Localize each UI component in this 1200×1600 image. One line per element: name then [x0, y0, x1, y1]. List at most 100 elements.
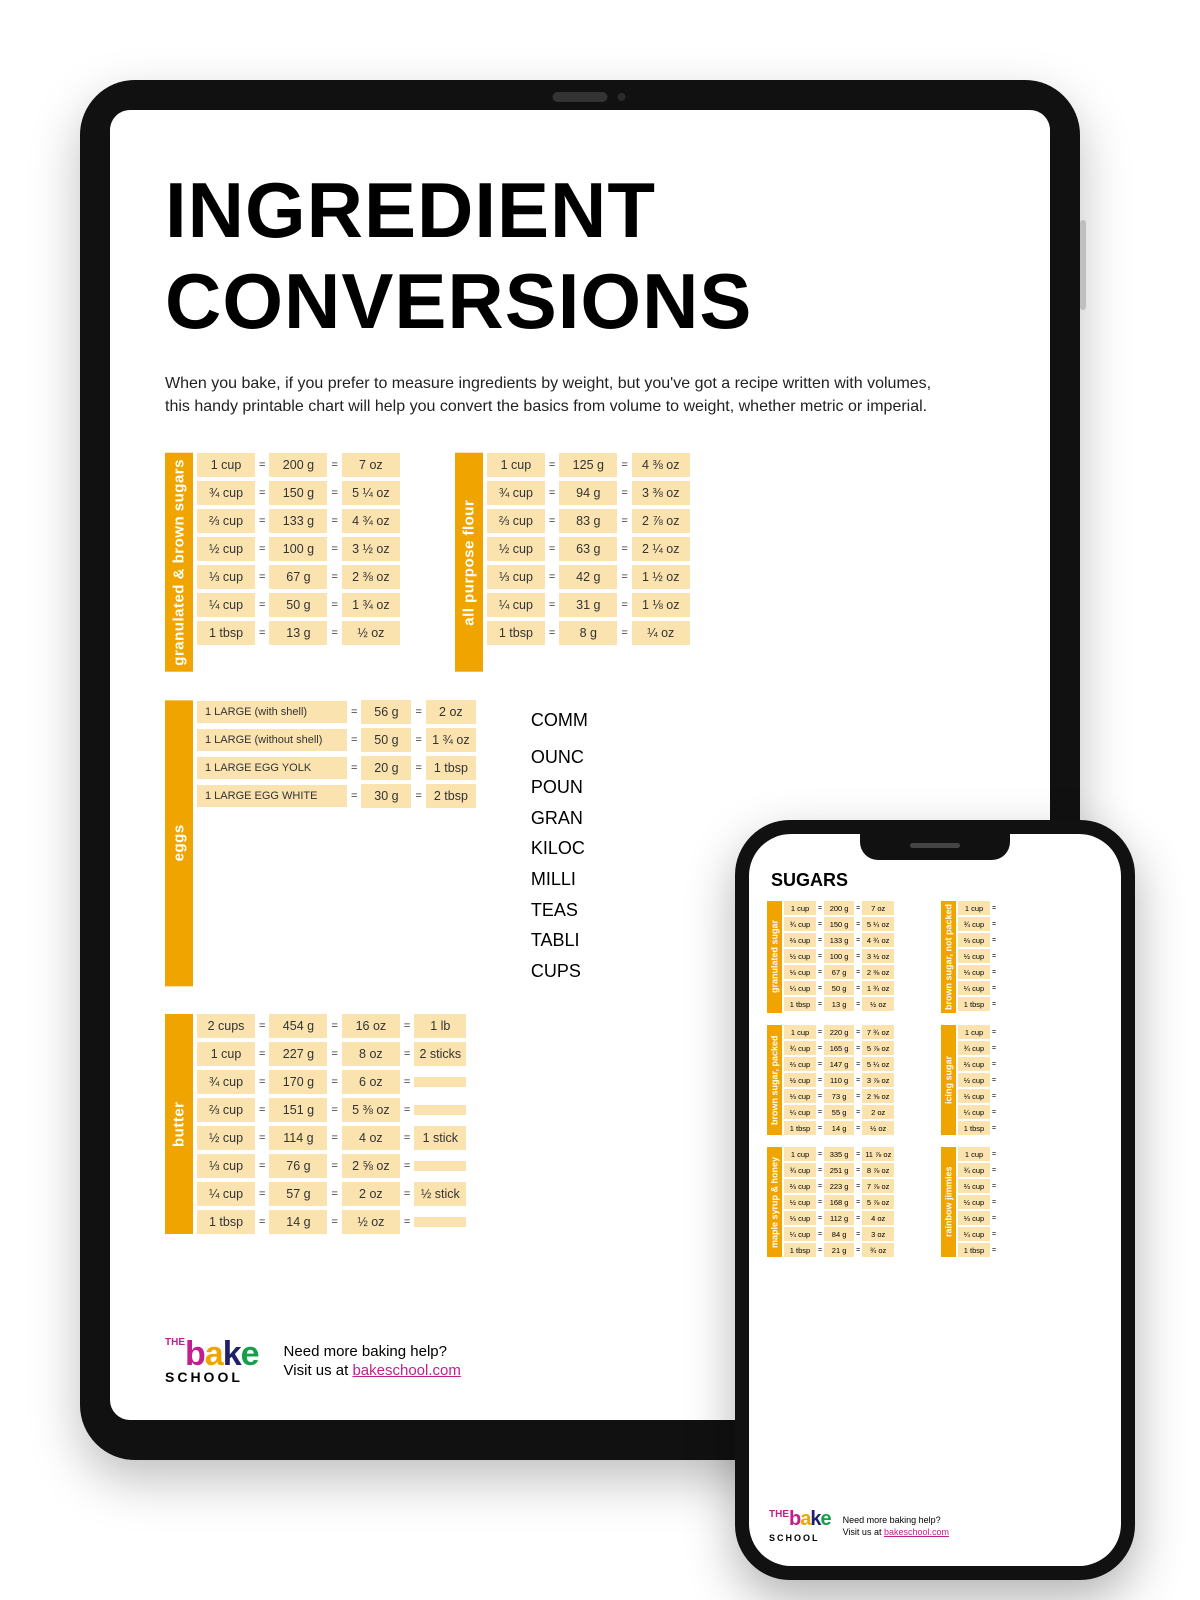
- cell-vol: ⅔ cup: [197, 509, 255, 533]
- cell-g: 112 g: [824, 1211, 854, 1225]
- equals-sign: =: [818, 985, 822, 992]
- table-row: ½ cup=: [958, 1195, 996, 1209]
- equals-sign: =: [992, 1125, 996, 1132]
- cell-oz: 1 ¾ oz: [342, 593, 400, 617]
- equals-sign: =: [856, 1183, 860, 1190]
- equals-sign: =: [259, 1048, 265, 1060]
- tablet-side-button: [1080, 220, 1086, 310]
- equals-sign: =: [992, 937, 996, 944]
- phone-block: granulated sugar1 cup=200 g=7 oz¾ cup=15…: [767, 901, 929, 1013]
- equals-sign: =: [992, 1109, 996, 1116]
- phone-notch: [860, 834, 1010, 860]
- equals-sign: =: [415, 706, 421, 718]
- equals-sign: =: [331, 1048, 337, 1060]
- phone-help-line2-pre: Visit us at: [843, 1527, 884, 1537]
- table-row: ¾ cup=170 g=6 oz=: [197, 1070, 466, 1094]
- equals-sign: =: [818, 1093, 822, 1100]
- cell-ex: [414, 1217, 466, 1227]
- help-line2-pre: Visit us at: [284, 1362, 353, 1379]
- cell-vol: ⅔ cup: [784, 933, 816, 947]
- equals-sign: =: [621, 599, 627, 611]
- cell-oz: 11 ⅞ oz: [862, 1147, 894, 1161]
- bakeschool-link[interactable]: bakeschool.com: [352, 1362, 460, 1379]
- cell-vol: ⅓ cup: [958, 1089, 990, 1103]
- common-item: MILLI: [531, 864, 588, 895]
- equals-sign: =: [992, 953, 996, 960]
- equals-sign: =: [856, 985, 860, 992]
- table-row: ¾ cup=: [958, 1041, 996, 1055]
- table-row: 1 LARGE (without shell)=50 g=1 ¾ oz: [197, 728, 476, 752]
- cell-vol: ½ cup: [784, 949, 816, 963]
- table-row: ⅔ cup=83 g=2 ⅞ oz: [487, 509, 690, 533]
- equals-sign: =: [259, 571, 265, 583]
- label-flour: all purpose flour: [455, 453, 483, 672]
- cell-vol: ¾ cup: [958, 1163, 990, 1177]
- table-row: ⅔ cup=223 g=7 ⅞ oz: [784, 1179, 894, 1193]
- cell-oz: 7 ⅞ oz: [862, 1179, 894, 1193]
- table-row: 1 cup=220 g=7 ¾ oz: [784, 1025, 894, 1039]
- equals-sign: =: [818, 1167, 822, 1174]
- cell-oz: ¾ oz: [862, 1243, 894, 1257]
- equals-sign: =: [404, 1048, 410, 1060]
- table-row: 1 cup=200 g=7 oz: [784, 901, 894, 915]
- table-row: 1 tbsp=: [958, 997, 996, 1011]
- block-sugars: granulated & brown sugars 1 cup=200 g=7 …: [165, 453, 400, 672]
- equals-sign: =: [549, 543, 555, 555]
- equals-sign: =: [856, 1093, 860, 1100]
- table-row: 2 cups=454 g=16 oz=1 lb: [197, 1014, 466, 1038]
- table-row: ¾ cup=: [958, 1163, 996, 1177]
- cell-g: 251 g: [824, 1163, 854, 1177]
- equals-sign: =: [415, 734, 421, 746]
- table-row: ¼ cup=84 g=3 oz: [784, 1227, 894, 1241]
- cell-g: 55 g: [824, 1105, 854, 1119]
- page-title: INGREDIENT CONVERSIONS: [165, 165, 995, 347]
- table-row: 1 LARGE (with shell)=56 g=2 oz: [197, 700, 476, 724]
- cell-oz: 7 ¾ oz: [862, 1025, 894, 1039]
- equals-sign: =: [351, 734, 357, 746]
- equals-sign: =: [856, 1231, 860, 1238]
- cell-oz: ¼ oz: [632, 621, 690, 645]
- equals-sign: =: [621, 627, 627, 639]
- equals-sign: =: [331, 1188, 337, 1200]
- cell-vol: ⅔ cup: [958, 933, 990, 947]
- cell-oz: ½ oz: [342, 1210, 400, 1234]
- cell-vol: ⅓ cup: [784, 1089, 816, 1103]
- cell-vol: ¼ cup: [784, 981, 816, 995]
- cell-g: 73 g: [824, 1089, 854, 1103]
- cell-g: 454 g: [269, 1014, 327, 1038]
- table-row: ¼ cup=57 g=2 oz=½ stick: [197, 1182, 466, 1206]
- phone-block-label: brown sugar, not packed: [941, 901, 956, 1013]
- table-row: ¼ cup=: [958, 1227, 996, 1241]
- equals-sign: =: [351, 762, 357, 774]
- table-row: ⅔ cup=147 g=5 ¼ oz: [784, 1057, 894, 1071]
- cell-oz: 2 oz: [342, 1182, 400, 1206]
- cell-vol: 1 cup: [958, 1147, 990, 1161]
- equals-sign: =: [404, 1020, 410, 1032]
- table-row: ¾ cup=150 g=5 ¼ oz: [197, 481, 400, 505]
- cell-vol: ¾ cup: [487, 481, 545, 505]
- table-row: 1 tbsp=8 g=¼ oz: [487, 621, 690, 645]
- equals-sign: =: [331, 571, 337, 583]
- cell-g: 63 g: [559, 537, 617, 561]
- cell-oz: 5 ¼ oz: [862, 917, 894, 931]
- equals-sign: =: [992, 1167, 996, 1174]
- phone-help-line1: Need more baking help?: [843, 1515, 941, 1525]
- cell-vol: ⅓ cup: [958, 965, 990, 979]
- cell-vol: ½ cup: [784, 1195, 816, 1209]
- cell-oz: 5 ¼ oz: [342, 481, 400, 505]
- cell-vol: ⅓ cup: [784, 1211, 816, 1225]
- table-row: ½ cup=: [958, 1073, 996, 1087]
- cell-vol: 2 cups: [197, 1014, 255, 1038]
- table-row: ½ cup=100 g=3 ½ oz: [784, 949, 894, 963]
- table-row: ¼ cup=31 g=1 ⅛ oz: [487, 593, 690, 617]
- cell-oz: 3 ⅞ oz: [862, 1073, 894, 1087]
- equals-sign: =: [992, 1001, 996, 1008]
- cell-oz: 5 ⅞ oz: [862, 1195, 894, 1209]
- cell-g: 223 g: [824, 1179, 854, 1193]
- equals-sign: =: [404, 1160, 410, 1172]
- phone-block: brown sugar, not packed1 cup=¾ cup=⅔ cup…: [941, 901, 1103, 1013]
- phone-bakeschool-link[interactable]: bakeschool.com: [884, 1527, 949, 1537]
- label-eggs: eggs: [165, 700, 193, 986]
- equals-sign: =: [621, 571, 627, 583]
- cell-g: 30 g: [361, 784, 411, 808]
